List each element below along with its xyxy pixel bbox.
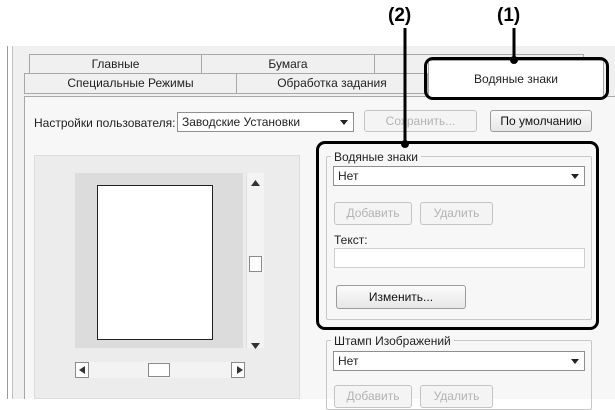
callout-1-dot (510, 56, 518, 64)
callout-label-2: (2) (388, 5, 412, 26)
callout-leader-lines (401, 28, 518, 148)
callout-2-dot (401, 140, 409, 148)
callout-label-1: (1) (497, 5, 521, 26)
